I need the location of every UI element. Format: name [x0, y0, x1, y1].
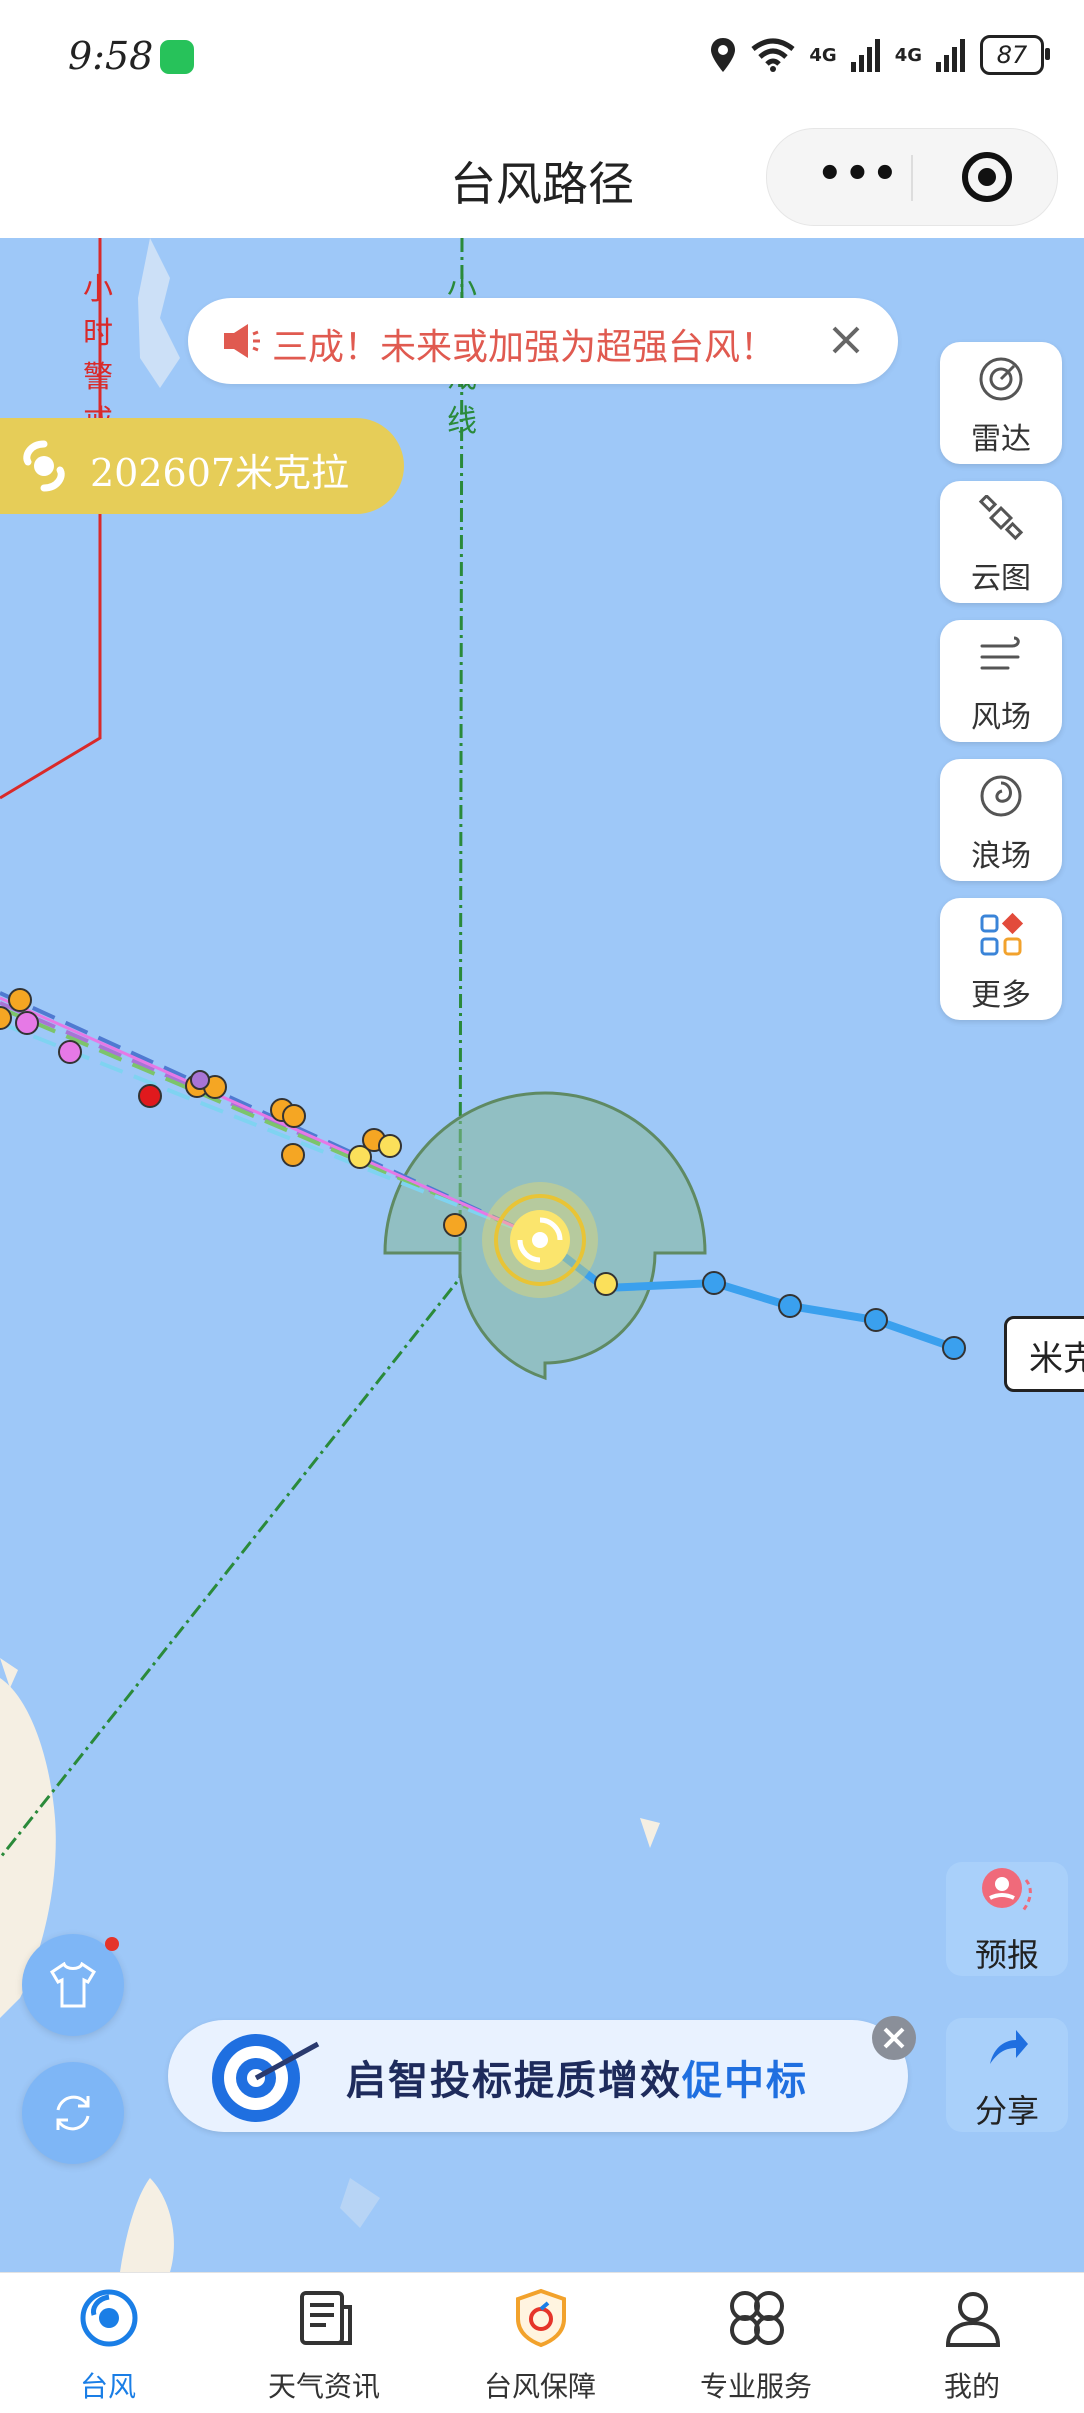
tab-weather-news[interactable]: 天气资讯 [216, 2273, 432, 2413]
ad-text: 启智投标提质增效促中标 [346, 2048, 808, 2106]
typhoon-map[interactable]: 小时警戒线 小警戒线 三成！未来或加强为超强台风！ 202607米克拉 雷达 云… [0, 238, 1084, 2272]
tab-pro-services[interactable]: 专业服务 [648, 2273, 864, 2413]
news-icon [300, 2291, 352, 2345]
tool-wave-field[interactable]: 浪场 [940, 759, 1062, 881]
tool-wind-field[interactable]: 风场 [940, 620, 1062, 742]
wechat-icon [160, 40, 194, 74]
title-bar: 台风路径 ••• [0, 110, 1084, 238]
wind-icon [980, 636, 1020, 670]
bullseye-logo-icon [212, 2034, 320, 2122]
tab-typhoon[interactable]: 台风 [0, 2273, 216, 2413]
tool-cloud-map[interactable]: 云图 [940, 481, 1062, 603]
bottom-tab-bar: 台风 天气资讯 台风保障 专业服务 我的 [0, 2272, 1084, 2413]
tool-radar[interactable]: 雷达 [940, 342, 1062, 464]
storm-chip[interactable]: 202607米克拉 [0, 418, 404, 514]
status-time: 9:58 [68, 34, 154, 78]
alert-banner[interactable]: 三成！未来或加强为超强台风！ [188, 298, 898, 384]
tab-profile[interactable]: 我的 [864, 2273, 1080, 2413]
satellite-icon [978, 495, 1024, 541]
forecast-label: 预报 [974, 1936, 1039, 1974]
signal-label-1: 4G [809, 44, 837, 66]
tool-label: 更多 [971, 978, 1031, 1013]
tshirt-icon [49, 1962, 97, 2008]
tab-label: 我的 [943, 2370, 1000, 2403]
refresh-fab[interactable] [22, 2062, 124, 2164]
location-icon [711, 38, 736, 72]
battery-indicator: 87 [980, 35, 1050, 75]
tab-label: 台风 [79, 2370, 136, 2403]
status-bar: 9:58 4G 4G 87 [0, 0, 1084, 110]
battery-level: 87 [996, 41, 1028, 69]
share-button[interactable]: 分享 [946, 2018, 1068, 2132]
signal-icon [850, 39, 880, 72]
wifi-icon [751, 38, 795, 72]
tab-label: 专业服务 [699, 2370, 812, 2403]
tool-label: 云图 [971, 561, 1031, 596]
miniprogram-capsule: ••• [766, 128, 1058, 226]
tool-label: 雷达 [971, 422, 1031, 457]
refresh-icon [56, 2095, 90, 2131]
speaker-icon [224, 324, 260, 358]
shield-icon [516, 2288, 566, 2348]
typhoon-icon [23, 440, 65, 492]
tab-label: 天气资讯 [267, 2370, 380, 2403]
notification-dot-icon [105, 1937, 119, 1951]
tool-label: 风场 [971, 700, 1031, 735]
typhoon-tab-icon [80, 2289, 138, 2347]
share-arrow-icon [990, 2030, 1028, 2064]
ad-close-icon[interactable] [870, 2014, 918, 2062]
user-icon [945, 2292, 1001, 2347]
ad-banner[interactable]: 启智投标提质增效促中标 [168, 2020, 908, 2132]
map-canvas [0, 238, 966, 2272]
grid-apps-icon [980, 912, 1024, 956]
ad-text-accent: 促中标 [682, 2058, 808, 2104]
more-menu-icon[interactable]: ••• [817, 151, 900, 197]
share-label: 分享 [974, 2092, 1039, 2130]
close-miniprogram-icon[interactable] [961, 151, 1013, 203]
tool-label: 浪场 [971, 839, 1031, 874]
radar-icon [979, 357, 1023, 401]
signal-label-2: 4G [894, 44, 922, 66]
alert-text: 三成！未来或加强为超强台风！ [272, 327, 777, 368]
signal-icon-2 [936, 39, 965, 72]
wave-icon [980, 775, 1022, 817]
tool-more[interactable]: 更多 [940, 898, 1062, 1020]
outfit-fab[interactable] [22, 1934, 124, 2036]
close-icon[interactable] [818, 312, 874, 368]
track-end-name: 米克 [1029, 1339, 1084, 1379]
storm-name: 202607米克拉 [90, 451, 350, 495]
tab-typhoon-support[interactable]: 台风保障 [432, 2273, 648, 2413]
track-end-label[interactable]: 米克 [1004, 1316, 1084, 1392]
forecast-pin-icon [982, 1868, 1032, 1913]
tab-label: 台风保障 [483, 2370, 596, 2403]
capsule-divider [911, 155, 913, 201]
clover-grid-icon [730, 2291, 784, 2345]
ad-text-main: 启智投标提质增效 [346, 2058, 682, 2104]
status-icons: 4G 4G 87 [709, 32, 1050, 78]
forecast-button[interactable]: 预报 [946, 1862, 1068, 1976]
